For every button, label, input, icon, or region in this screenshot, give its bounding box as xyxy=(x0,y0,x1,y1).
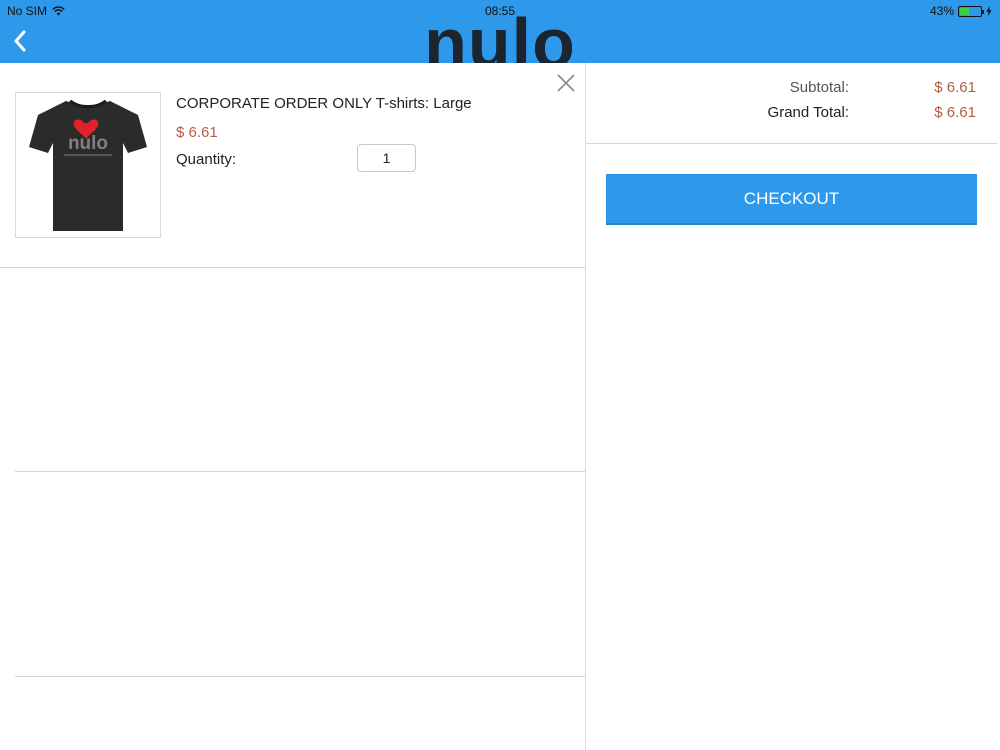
cart-item: nulo CORPORATE ORDER ONLY T-shirts: Larg… xyxy=(0,63,585,268)
quantity-input[interactable] xyxy=(357,144,416,172)
row-divider xyxy=(15,676,585,677)
product-image: nulo xyxy=(15,92,161,238)
quantity-label: Quantity: xyxy=(176,151,237,168)
top-bar: No SIM 08:55 43% nulo xyxy=(0,0,1000,63)
grand-total-row: Grand Total: $ 6.61 xyxy=(669,104,976,121)
back-button[interactable] xyxy=(8,27,32,55)
brand-logo: nulo xyxy=(424,4,576,63)
order-summary: Subtotal: $ 6.61 Grand Total: $ 6.61 CHE… xyxy=(585,63,1000,750)
subtotal-value: $ 6.61 xyxy=(934,79,976,96)
product-image-logo: nulo xyxy=(68,133,108,154)
checkout-button[interactable]: CHECKOUT xyxy=(606,174,977,225)
subtotal-row: Subtotal: $ 6.61 xyxy=(669,79,976,96)
close-icon xyxy=(557,74,575,92)
row-divider xyxy=(15,471,585,472)
product-name: CORPORATE ORDER ONLY T-shirts: Large xyxy=(176,95,472,112)
grand-total-value: $ 6.61 xyxy=(934,104,976,121)
summary-divider xyxy=(586,143,997,144)
cart-list: nulo CORPORATE ORDER ONLY T-shirts: Larg… xyxy=(0,63,585,750)
grand-total-label: Grand Total: xyxy=(767,104,849,121)
tshirt-image: nulo xyxy=(29,99,147,231)
product-price: $ 6.61 xyxy=(176,124,218,141)
remove-item-button[interactable] xyxy=(555,72,577,94)
chevron-left-icon xyxy=(14,30,26,52)
subtotal-label: Subtotal: xyxy=(789,79,849,96)
